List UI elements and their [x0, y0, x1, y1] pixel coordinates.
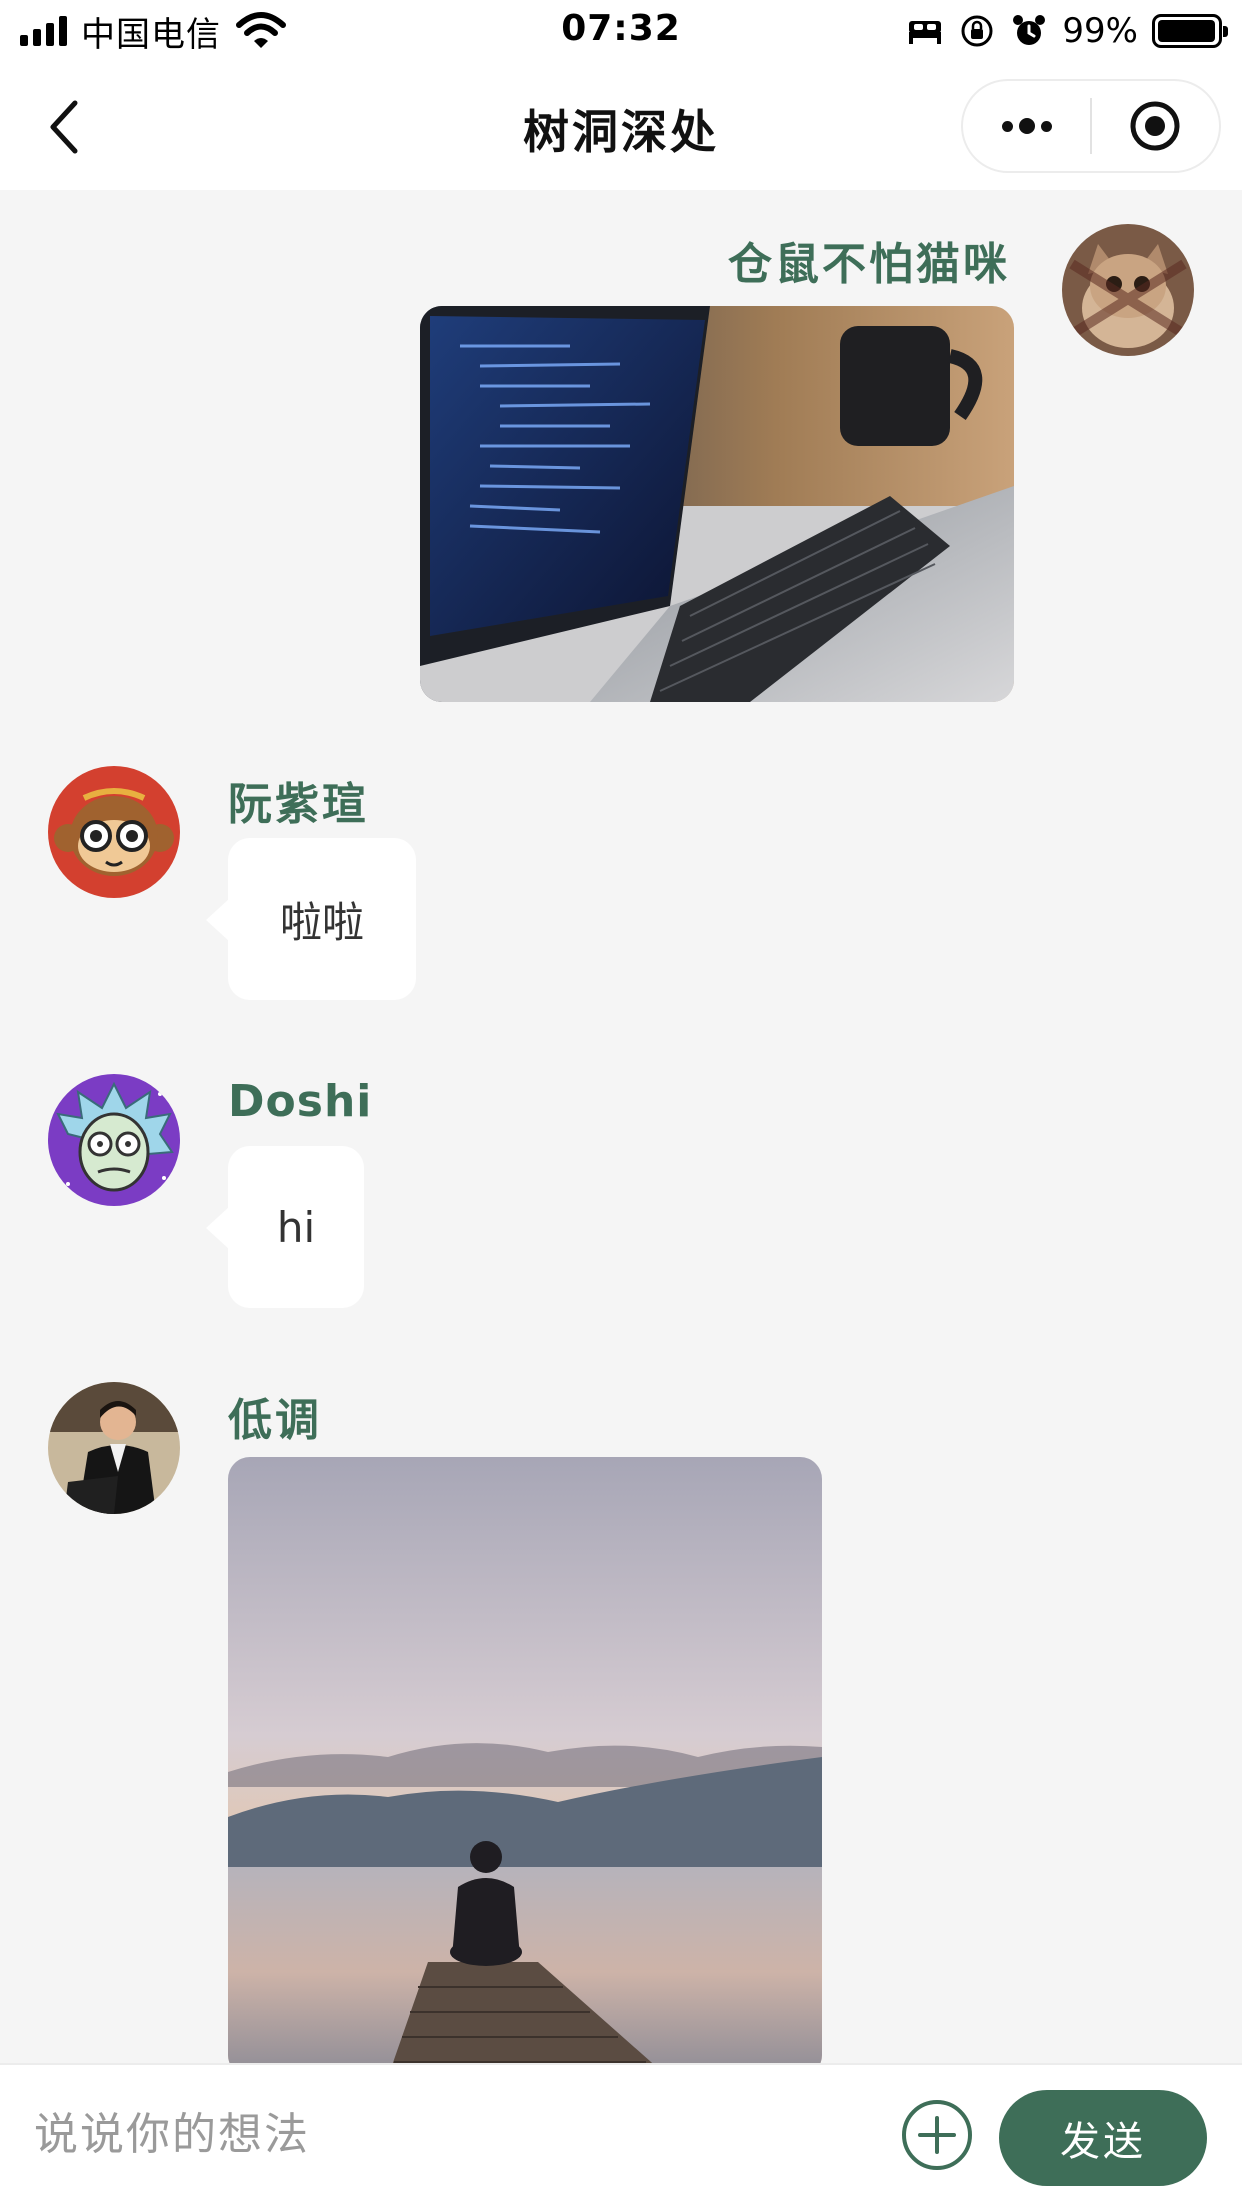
message-bubble[interactable]: hi — [206, 1146, 364, 1308]
message-input-bar: 发送 — [0, 2063, 1242, 2208]
send-button[interactable]: 发送 — [999, 2090, 1207, 2186]
nav-bar: 树洞深处 — [0, 62, 1242, 190]
close-miniprogram-button[interactable] — [1092, 81, 1219, 171]
chat-message-list[interactable]: 仓鼠不怕猫咪 阮紫瑄 啦啦 Doshi hi 低调 — [0, 190, 1242, 2063]
message-item: 仓鼠不怕猫咪 — [0, 190, 1242, 710]
status-bar: 中国电信 07:32 99% — [0, 0, 1242, 62]
add-circle-icon — [902, 2100, 972, 2170]
mini-program-capsule — [961, 79, 1221, 173]
more-button[interactable] — [963, 81, 1090, 171]
rick-cartoon-avatar[interactable] — [48, 1074, 180, 1206]
message-input[interactable] — [34, 2099, 854, 2169]
status-bar-right: 99% — [906, 8, 1228, 54]
message-item: 低调 — [0, 1336, 1242, 2063]
add-attachment-button[interactable] — [900, 2098, 974, 2172]
message-bubble[interactable]: 啦啦 — [206, 838, 416, 1000]
battery-level-fill — [1158, 20, 1216, 42]
laptop-code-photo[interactable] — [420, 306, 1014, 702]
more-dots-icon — [1001, 118, 1052, 134]
sender-name: 低调 — [228, 1395, 322, 1446]
kitten-avatar[interactable] — [1062, 224, 1194, 356]
target-circle-icon — [1130, 101, 1180, 151]
bed-icon — [909, 21, 942, 44]
message-item: 阮紫瑄 啦啦 — [0, 720, 1242, 1000]
sender-name: Doshi — [228, 1076, 373, 1127]
lake-pier-sunset-photo[interactable] — [228, 1457, 822, 2063]
battery-icon — [1152, 14, 1228, 48]
sender-name: 仓鼠不怕猫咪 — [728, 239, 1010, 290]
battery-percent: 99% — [1062, 11, 1138, 51]
monkey-avatar[interactable] — [48, 766, 180, 898]
alarm-icon — [1013, 15, 1046, 45]
message-item: Doshi hi — [0, 1028, 1242, 1308]
orientation-lock-icon — [961, 15, 993, 47]
sender-name: 阮紫瑄 — [228, 779, 369, 830]
man-in-suit-avatar[interactable] — [48, 1382, 180, 1514]
